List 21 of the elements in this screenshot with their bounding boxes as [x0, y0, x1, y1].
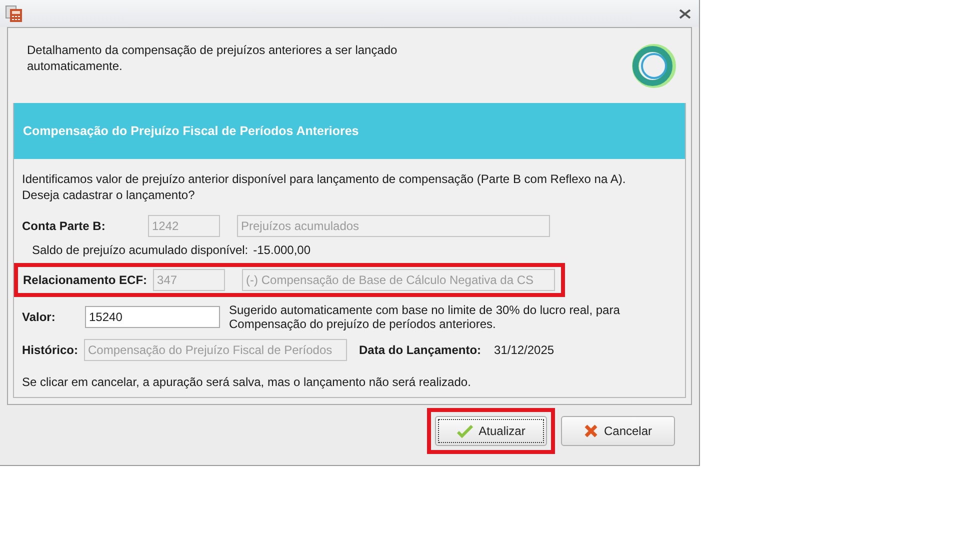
intro-text: Identificamos valor de prejuízo anterior disponível para lançamento de compensação (Parte B com Reflexo na A). Deseja cadastrar o lançamento?	[22, 171, 627, 203]
note-text: Se clicar em cancelar, a apuração será salva, mas o lançamento não será realizado.	[22, 374, 472, 390]
header-text: Detalhamento da compensação de prejuízos anteriores a ser lançado automaticamente.	[27, 42, 398, 74]
ring-logo-icon	[631, 43, 677, 89]
hint-text: Sugerido automaticamente com base no limite de 30% do lucro real, para Compensação do prejuízo de períodos anteriores.	[229, 303, 620, 331]
field-label: Conta Parte B:	[22, 219, 106, 233]
cancel-button[interactable]: Cancelar	[561, 416, 675, 446]
close-icon	[584, 424, 598, 438]
checkmark-icon	[456, 424, 473, 438]
field-label: Histórico:	[22, 343, 80, 357]
field-label: Data do Lançamento:	[359, 343, 482, 357]
date-value: 31/12/2025	[494, 343, 554, 357]
confirm-button[interactable]: Atualizar	[435, 416, 547, 446]
balance-value: -15.000,00	[253, 243, 311, 257]
close-icon[interactable]	[679, 8, 691, 18]
text-field[interactable]: 15240	[85, 306, 220, 328]
field-label: Relacionamento ECF:	[23, 273, 148, 287]
field-label: Valor:	[22, 310, 56, 324]
balance-label: Saldo de prejuízo acumulado disponível:	[32, 243, 248, 257]
calculator-icon	[5, 4, 23, 22]
section-title: Compensação do Prejuízo Fiscal de Períodos Anteriores	[14, 103, 685, 159]
